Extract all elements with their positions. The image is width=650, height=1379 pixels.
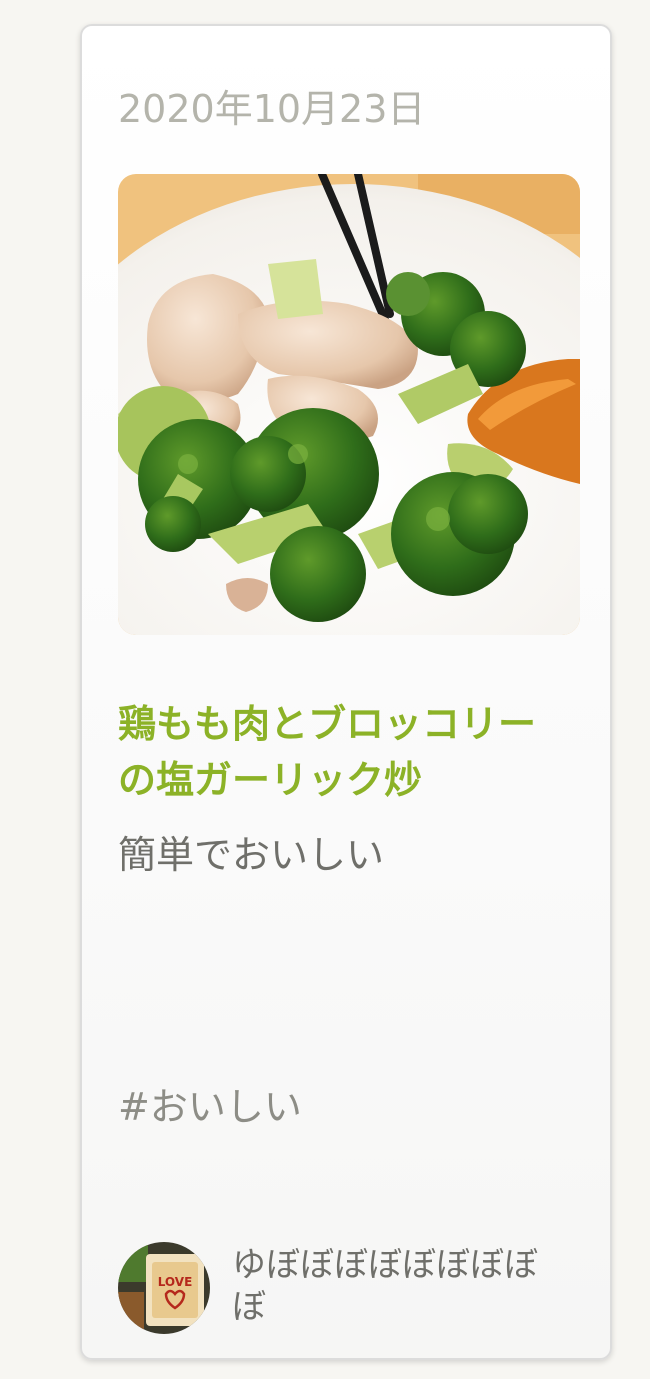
avatar[interactable]: LOVE [118,1242,210,1334]
post-card[interactable]: 2020年10月23日 鶏もも肉とブロッコリーの塩ガーリック炒 簡単でおいしい … [80,24,612,1360]
recipe-title[interactable]: 鶏もも肉とブロッコリーの塩ガーリック炒 [118,696,568,808]
avatar-text: LOVE [158,1275,193,1289]
author-name[interactable]: ゆぼぼぼぼぼぼぼぼぼ [232,1244,562,1328]
hashtag[interactable]: #おいしい [118,1076,302,1131]
recipe-description: 簡単でおいしい [118,833,385,877]
food-photo-icon [118,174,580,635]
author-row[interactable]: LOVE ゆぼぼぼぼぼぼぼぼぼ [118,1240,578,1336]
post-date: 2020年10月23日 [118,87,426,131]
food-photo[interactable] [118,174,580,635]
user-avatar-icon: LOVE [118,1242,210,1334]
